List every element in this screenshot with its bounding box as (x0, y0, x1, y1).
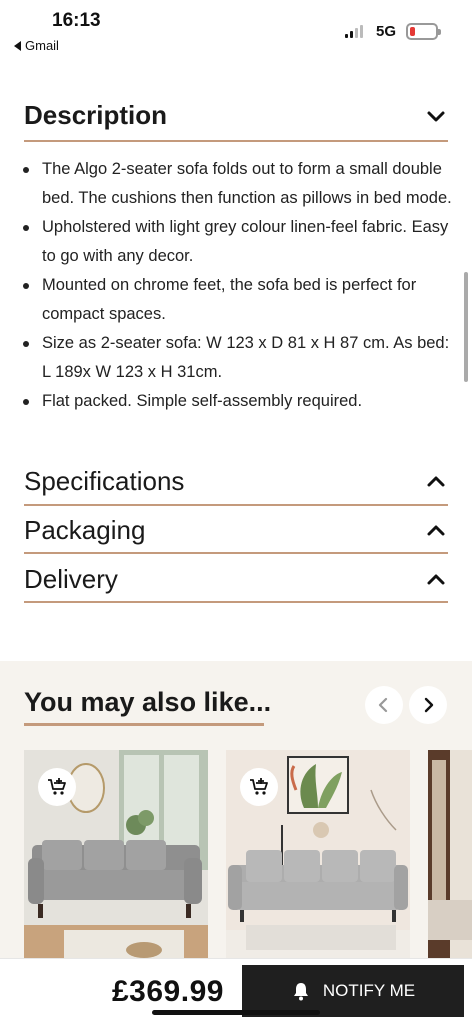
description-divider (24, 140, 448, 142)
description-bullet: Upholstered with light grey colour linen… (22, 213, 452, 271)
description-bullet: Flat packed. Simple self-assembly requir… (22, 387, 452, 416)
description-bullet: The Algo 2-seater sofa folds out to form… (22, 155, 452, 213)
packaging-title: Packaging (24, 515, 146, 545)
add-to-cart-icon (48, 778, 66, 795)
chevron-left-icon (378, 697, 388, 713)
delivery-header[interactable]: Delivery (24, 564, 448, 595)
product-card[interactable] (428, 750, 472, 960)
packaging-divider (24, 552, 448, 554)
description-title: Description (24, 100, 168, 130)
specifications-header[interactable]: Specifications (24, 466, 448, 497)
product-price: £369.99 (112, 975, 224, 1008)
add-to-cart-button[interactable] (240, 768, 278, 806)
battery-icon (406, 23, 441, 40)
signal-icon (345, 24, 363, 38)
recommendations-underline (24, 723, 264, 726)
packaging-header[interactable]: Packaging (24, 515, 448, 546)
add-to-cart-button[interactable] (38, 768, 76, 806)
specifications-title: Specifications (24, 466, 185, 496)
notify-me-label: NOTIFY ME (322, 981, 416, 1000)
scroll-indicator (464, 272, 468, 382)
recommendations-title: You may also like... (24, 687, 272, 717)
delivery-title: Delivery (24, 564, 118, 594)
chevron-right-icon (424, 697, 434, 713)
specifications-divider (24, 504, 448, 506)
chevron-up-icon (427, 476, 445, 486)
product-card[interactable] (24, 750, 208, 960)
back-to-gmail-link[interactable]: Gmail (14, 38, 59, 53)
chevron-down-icon (427, 111, 445, 121)
product-image (428, 750, 472, 960)
description-bullet: Mounted on chrome feet, the sofa bed is … (22, 271, 452, 329)
chevron-up-icon (427, 525, 445, 535)
back-app-label: Gmail (25, 38, 59, 53)
description-list: The Algo 2-seater sofa folds out to form… (22, 155, 452, 416)
carousel-prev-button[interactable] (365, 686, 403, 724)
description-bullet: Size as 2-seater sofa: W 123 x D 81 x H … (22, 329, 452, 387)
add-to-cart-icon (250, 778, 268, 795)
chevron-up-icon (427, 574, 445, 584)
status-time: 16:13 (52, 10, 101, 31)
status-bar: 16:13 Gmail 5G (0, 0, 472, 60)
network-type: 5G (376, 23, 397, 40)
home-indicator (152, 1010, 320, 1015)
back-arrow-icon (14, 40, 21, 51)
bell-icon (293, 983, 308, 1001)
description-header[interactable]: Description (24, 100, 448, 131)
product-card[interactable] (226, 750, 410, 960)
carousel-next-button[interactable] (409, 686, 447, 724)
delivery-divider (24, 601, 448, 603)
